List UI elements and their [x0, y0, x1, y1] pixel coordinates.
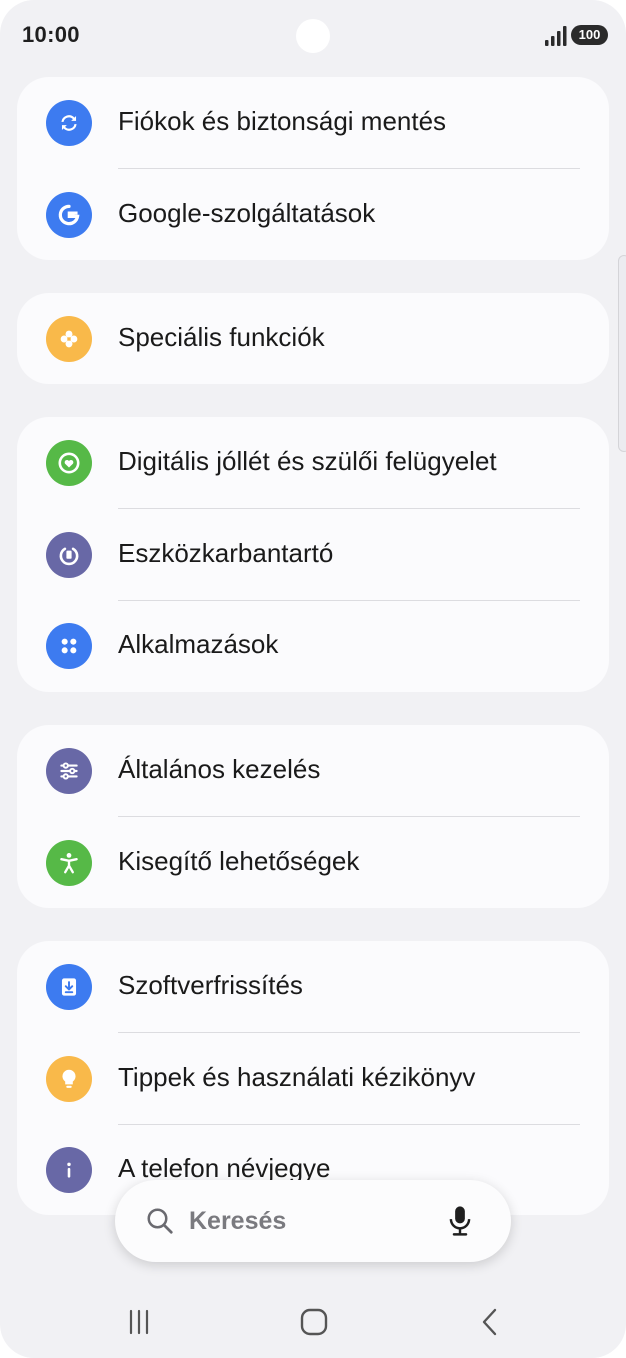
- settings-screen: 10:00 100 Fiókok és biztonsági mentés Go…: [0, 0, 626, 1358]
- settings-item-tips-manual[interactable]: Tippek és használati kézikönyv: [17, 1033, 609, 1125]
- apps-icon: [46, 623, 92, 669]
- settings-group-accounts: Fiókok és biztonsági mentés Google-szolg…: [17, 77, 609, 260]
- settings-item-label: Tippek és használati kézikönyv: [118, 1062, 476, 1092]
- settings-item-label: Szoftverfrissítés: [118, 970, 303, 1000]
- search-icon[interactable]: [145, 1206, 175, 1236]
- back-button[interactable]: [468, 1302, 512, 1342]
- google-icon: [46, 192, 92, 238]
- device-care-icon: [46, 532, 92, 578]
- home-button[interactable]: [292, 1302, 336, 1342]
- settings-item-software-update[interactable]: Szoftverfrissítés: [17, 941, 609, 1033]
- battery-indicator: 100: [571, 25, 608, 45]
- settings-item-label: Általános kezelés: [118, 754, 321, 784]
- settings-item-label: Digitális jóllét és szülői felügyelet: [118, 446, 497, 476]
- recent-apps-icon: [129, 1309, 149, 1335]
- settings-item-apps[interactable]: Alkalmazások: [17, 600, 609, 692]
- microphone-icon[interactable]: [445, 1204, 475, 1238]
- settings-item-device-care[interactable]: Eszközkarbantartó: [17, 509, 609, 601]
- sliders-icon: [46, 748, 92, 794]
- settings-item-label: Fiókok és biztonsági mentés: [118, 106, 447, 136]
- settings-item-label: Alkalmazások: [118, 629, 279, 659]
- settings-item-general-management[interactable]: Általános kezelés: [17, 725, 609, 817]
- recent-apps-button[interactable]: [117, 1302, 161, 1342]
- settings-item-digital-wellbeing[interactable]: Digitális jóllét és szülői felügyelet: [17, 417, 609, 509]
- settings-item-label: Eszközkarbantartó: [118, 538, 334, 568]
- settings-item-label: Speciális funkciók: [118, 322, 325, 352]
- accessibility-icon: [46, 840, 92, 886]
- back-icon: [482, 1308, 497, 1336]
- camera-cutout: [296, 19, 330, 53]
- puzzle-icon: [46, 316, 92, 362]
- info-icon: [46, 1147, 92, 1193]
- settings-item-label: Google-szolgáltatások: [118, 198, 376, 228]
- settings-group-advanced: Speciális funkciók: [17, 293, 609, 384]
- settings-item-accessibility[interactable]: Kisegítő lehetőségek: [17, 817, 609, 908]
- settings-group-device: Digitális jóllét és szülői felügyelet Es…: [17, 417, 609, 692]
- settings-item-advanced-features[interactable]: Speciális funkciók: [17, 293, 609, 384]
- navigation-bar: [0, 1280, 626, 1358]
- status-bar: 10:00 100: [0, 0, 626, 70]
- signal-icon: [545, 26, 567, 46]
- scrollbar[interactable]: [618, 255, 626, 452]
- settings-item-google-services[interactable]: Google-szolgáltatások: [17, 169, 609, 260]
- settings-item-accounts-backup[interactable]: Fiókok és biztonsági mentés: [17, 77, 609, 169]
- download-icon: [46, 964, 92, 1010]
- lightbulb-icon: [46, 1056, 92, 1102]
- status-time: 10:00: [22, 22, 80, 47]
- heart-icon: [46, 440, 92, 486]
- search-input[interactable]: Keresés: [189, 1207, 286, 1236]
- search-bar[interactable]: Keresés: [115, 1180, 511, 1262]
- settings-group-support: Szoftverfrissítés Tippek és használati k…: [17, 941, 609, 1215]
- settings-group-general: Általános kezelés Kisegítő lehetőségek: [17, 725, 609, 908]
- home-icon: [300, 1308, 328, 1336]
- sync-icon: [46, 100, 92, 146]
- settings-item-label: Kisegítő lehetőségek: [118, 846, 360, 876]
